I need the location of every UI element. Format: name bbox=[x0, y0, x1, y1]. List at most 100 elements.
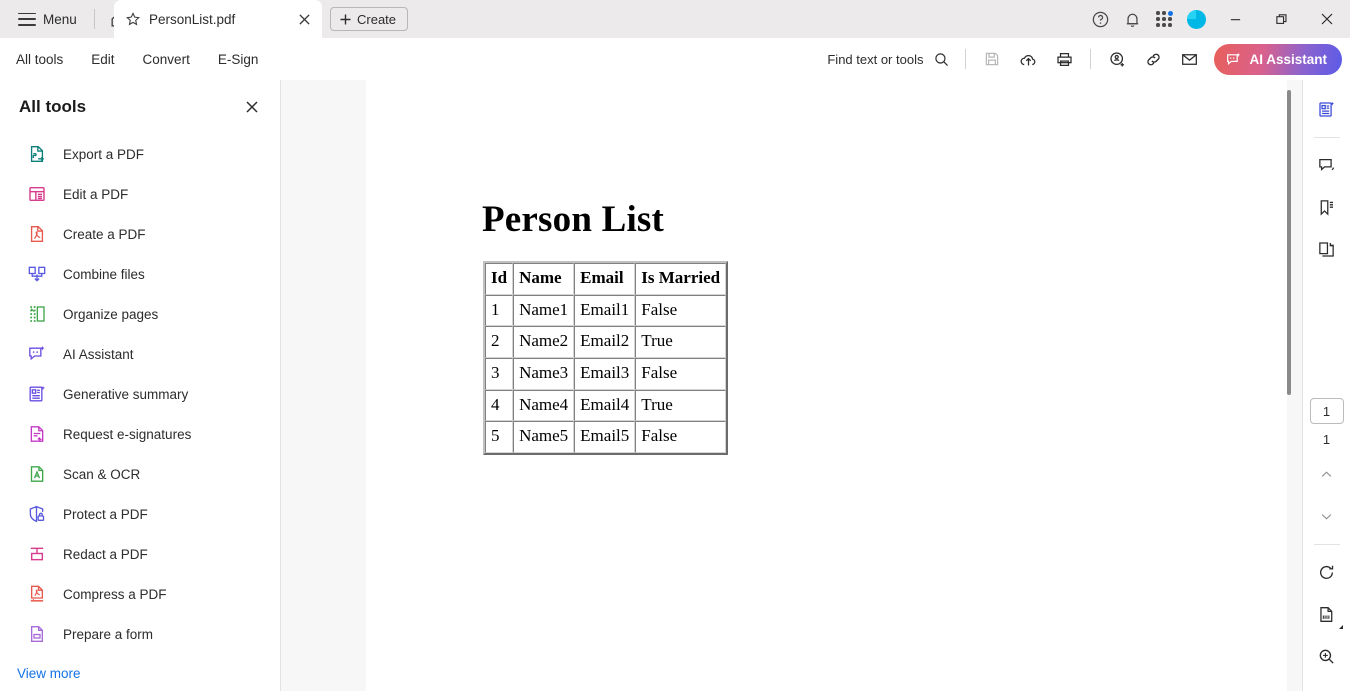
title-bar-right bbox=[1084, 0, 1350, 38]
page-number-input[interactable]: 1 bbox=[1309, 398, 1344, 424]
sidebar-item-generative-summary[interactable]: Generative summary bbox=[0, 374, 280, 414]
email-button[interactable] bbox=[1172, 44, 1206, 74]
window-close-button[interactable] bbox=[1304, 0, 1350, 38]
sidebar-item-organize-pages[interactable]: Organize pages bbox=[0, 294, 280, 334]
save-icon bbox=[986, 52, 999, 66]
sidebar-item-label: Protect a PDF bbox=[63, 506, 148, 522]
window-restore-button[interactable] bbox=[1258, 0, 1304, 38]
star-icon[interactable] bbox=[125, 11, 141, 27]
chevron-down-icon bbox=[1338, 625, 1343, 629]
add-stamp-button[interactable] bbox=[1100, 44, 1134, 74]
print-button[interactable] bbox=[1047, 44, 1081, 74]
sidebar-item-request-e-signatures[interactable]: Request e-signatures bbox=[0, 414, 280, 454]
account-button[interactable] bbox=[1180, 3, 1212, 35]
sidebar-item-compress-a-pdf[interactable]: Compress a PDF bbox=[0, 574, 280, 614]
sidebar-item-export-a-pdf[interactable]: Export a PDF bbox=[0, 134, 280, 174]
document-tab-title: PersonList.pdf bbox=[149, 11, 236, 27]
sidebar-item-create-a-pdf[interactable]: Create a PDF bbox=[0, 214, 280, 254]
tab-close-button[interactable] bbox=[294, 9, 314, 29]
prepare-form-icon bbox=[26, 623, 48, 645]
search-icon bbox=[935, 52, 949, 66]
app-switcher-button[interactable] bbox=[1148, 3, 1180, 35]
ai-assistant-button[interactable]: AI Assistant bbox=[1214, 43, 1342, 75]
sidebar-item-ai-assistant[interactable]: AI Assistant bbox=[0, 334, 280, 374]
chevron-down-icon bbox=[1321, 513, 1332, 520]
document-title: Person List bbox=[482, 199, 665, 240]
tab-edit[interactable]: Edit bbox=[77, 38, 128, 80]
link-button[interactable] bbox=[1136, 44, 1170, 74]
zoom-button[interactable] bbox=[1310, 639, 1344, 673]
menu-button[interactable]: Menu bbox=[10, 7, 85, 32]
sidebar-item-edit-a-pdf[interactable]: Edit a PDF bbox=[0, 174, 280, 214]
window-minimize-button[interactable] bbox=[1212, 0, 1258, 38]
table-row: 2 Name2 Email2 True bbox=[485, 326, 727, 358]
app-grid-icon bbox=[1156, 10, 1173, 27]
help-button[interactable] bbox=[1084, 3, 1116, 35]
upload-cloud-icon bbox=[1020, 54, 1036, 66]
cell-married: False bbox=[635, 421, 727, 453]
find-input[interactable]: Find text or tools bbox=[817, 44, 956, 74]
column-header-name: Name bbox=[513, 263, 575, 295]
rail-comments-button[interactable] bbox=[1310, 148, 1344, 182]
hamburger-icon bbox=[18, 12, 36, 26]
sidebar-item-label: Combine files bbox=[63, 266, 145, 282]
sidebar-item-redact-a-pdf[interactable]: Redact a PDF bbox=[0, 534, 280, 574]
upload-button[interactable] bbox=[1011, 44, 1045, 74]
sidebar-item-label: Compress a PDF bbox=[63, 586, 167, 602]
document-scrollbar[interactable] bbox=[1284, 90, 1293, 682]
cell-name: Name4 bbox=[513, 389, 575, 422]
rotate-button[interactable] bbox=[1310, 555, 1344, 589]
sidebar-item-label: Redact a PDF bbox=[63, 546, 148, 562]
close-icon bbox=[246, 101, 258, 113]
rail-generative-summary-button[interactable] bbox=[1310, 92, 1344, 126]
document-viewer[interactable]: Person List Id Name Email Is Married 1 N… bbox=[281, 80, 1302, 691]
next-page-button[interactable] bbox=[1310, 499, 1344, 533]
view-more-link[interactable]: View more bbox=[0, 654, 81, 681]
rail-page-thumbnails-button[interactable] bbox=[1310, 232, 1344, 266]
sidebar-item-protect-a-pdf[interactable]: Protect a PDF bbox=[0, 494, 280, 534]
save-button[interactable] bbox=[975, 44, 1009, 74]
tab-all-tools[interactable]: All tools bbox=[2, 38, 77, 80]
table-header-row: Id Name Email Is Married bbox=[485, 263, 727, 295]
rail-bookmarks-button[interactable] bbox=[1310, 190, 1344, 224]
sidebar-item-label: Prepare a form bbox=[63, 626, 154, 642]
tab-convert[interactable]: Convert bbox=[129, 38, 204, 80]
fit-page-button[interactable] bbox=[1310, 597, 1344, 631]
title-bar: Menu PersonList.pdf Create bbox=[0, 0, 1350, 38]
create-button[interactable]: Create bbox=[330, 7, 409, 31]
divider bbox=[1313, 137, 1340, 138]
scrollbar-thumb[interactable] bbox=[1287, 90, 1291, 395]
ai-assistant-icon bbox=[1227, 52, 1241, 65]
combine-files-icon bbox=[26, 263, 48, 285]
column-header-is-married: Is Married bbox=[635, 263, 727, 295]
notifications-button[interactable] bbox=[1116, 3, 1148, 35]
comment-icon bbox=[1319, 158, 1334, 171]
cell-id: 1 bbox=[485, 294, 514, 327]
tool-list: Export a PDF Edit a PDF Create a PDF Com… bbox=[0, 128, 280, 683]
sidebar-item-scan-and-ocr[interactable]: Scan & OCR bbox=[0, 454, 280, 494]
minimize-icon bbox=[1230, 18, 1240, 20]
sidebar-item-label: Request e-signatures bbox=[63, 426, 192, 442]
tab-esign[interactable]: E-Sign bbox=[204, 38, 273, 80]
cell-email: Email1 bbox=[574, 294, 636, 327]
link-icon bbox=[1147, 53, 1160, 65]
sidebar-item-prepare-a-form[interactable]: Prepare a form bbox=[0, 614, 280, 654]
document-tab[interactable]: PersonList.pdf bbox=[114, 0, 322, 38]
divider bbox=[1313, 544, 1340, 545]
fit-page-icon bbox=[1320, 606, 1333, 622]
add-stamp-icon bbox=[1110, 51, 1124, 66]
sidebar-item-combine-files[interactable]: Combine files bbox=[0, 254, 280, 294]
divider bbox=[1090, 49, 1092, 69]
bell-icon bbox=[1126, 13, 1138, 27]
print-icon bbox=[1057, 52, 1072, 66]
sidebar-item-label: Export a PDF bbox=[63, 146, 145, 162]
generative-summary-icon bbox=[1319, 101, 1335, 117]
rotate-icon bbox=[1319, 565, 1334, 579]
panel-close-button[interactable] bbox=[241, 96, 263, 118]
cell-name: Name5 bbox=[513, 421, 575, 453]
generative-summary-icon bbox=[26, 383, 48, 405]
cell-name: Name3 bbox=[513, 357, 575, 390]
zoom-icon bbox=[1319, 649, 1334, 664]
close-icon bbox=[298, 13, 310, 25]
previous-page-button[interactable] bbox=[1310, 457, 1344, 491]
